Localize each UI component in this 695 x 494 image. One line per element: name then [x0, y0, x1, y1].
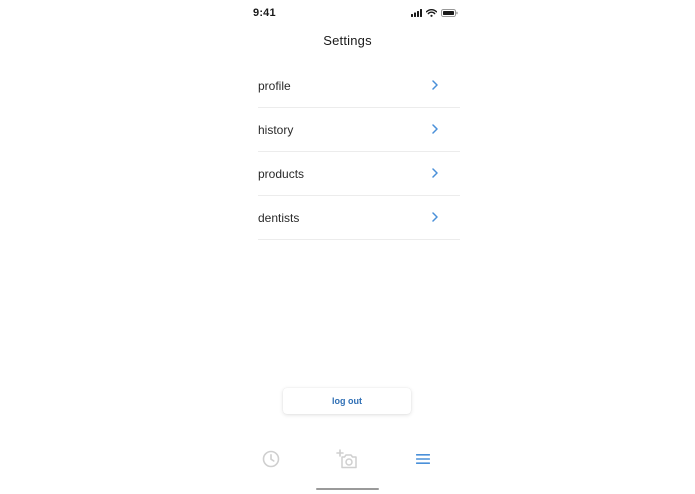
tab-history[interactable]	[258, 448, 284, 474]
wifi-icon	[426, 9, 437, 17]
battery-icon	[441, 9, 458, 17]
page-title: Settings	[323, 33, 372, 48]
chevron-right-icon	[432, 121, 438, 139]
status-icons	[411, 9, 458, 17]
add-photo-camera-icon	[336, 448, 358, 474]
settings-item-dentists[interactable]: dentists	[258, 196, 460, 240]
home-indicator	[316, 488, 379, 490]
logout-button[interactable]: log out	[283, 388, 411, 414]
tab-bar	[0, 448, 695, 474]
menu-icon	[416, 452, 430, 470]
settings-item-profile[interactable]: profile	[258, 64, 460, 108]
settings-list: profile history products dentists	[258, 64, 460, 240]
chevron-right-icon	[432, 209, 438, 227]
signal-icon	[411, 9, 422, 17]
tab-add-photo[interactable]	[334, 448, 360, 474]
settings-screen: 9:41 Settings profile history products d…	[0, 0, 695, 494]
settings-item-history[interactable]: history	[258, 108, 460, 152]
settings-item-label: profile	[258, 78, 291, 93]
tab-settings-menu[interactable]	[410, 448, 436, 474]
settings-item-label: dentists	[258, 210, 300, 225]
clock-icon	[262, 450, 280, 473]
settings-item-label: products	[258, 166, 305, 181]
status-time: 9:41	[253, 7, 276, 19]
settings-item-label: history	[258, 122, 294, 137]
chevron-right-icon	[432, 165, 438, 183]
chevron-right-icon	[432, 77, 438, 95]
settings-item-products[interactable]: products	[258, 152, 460, 196]
